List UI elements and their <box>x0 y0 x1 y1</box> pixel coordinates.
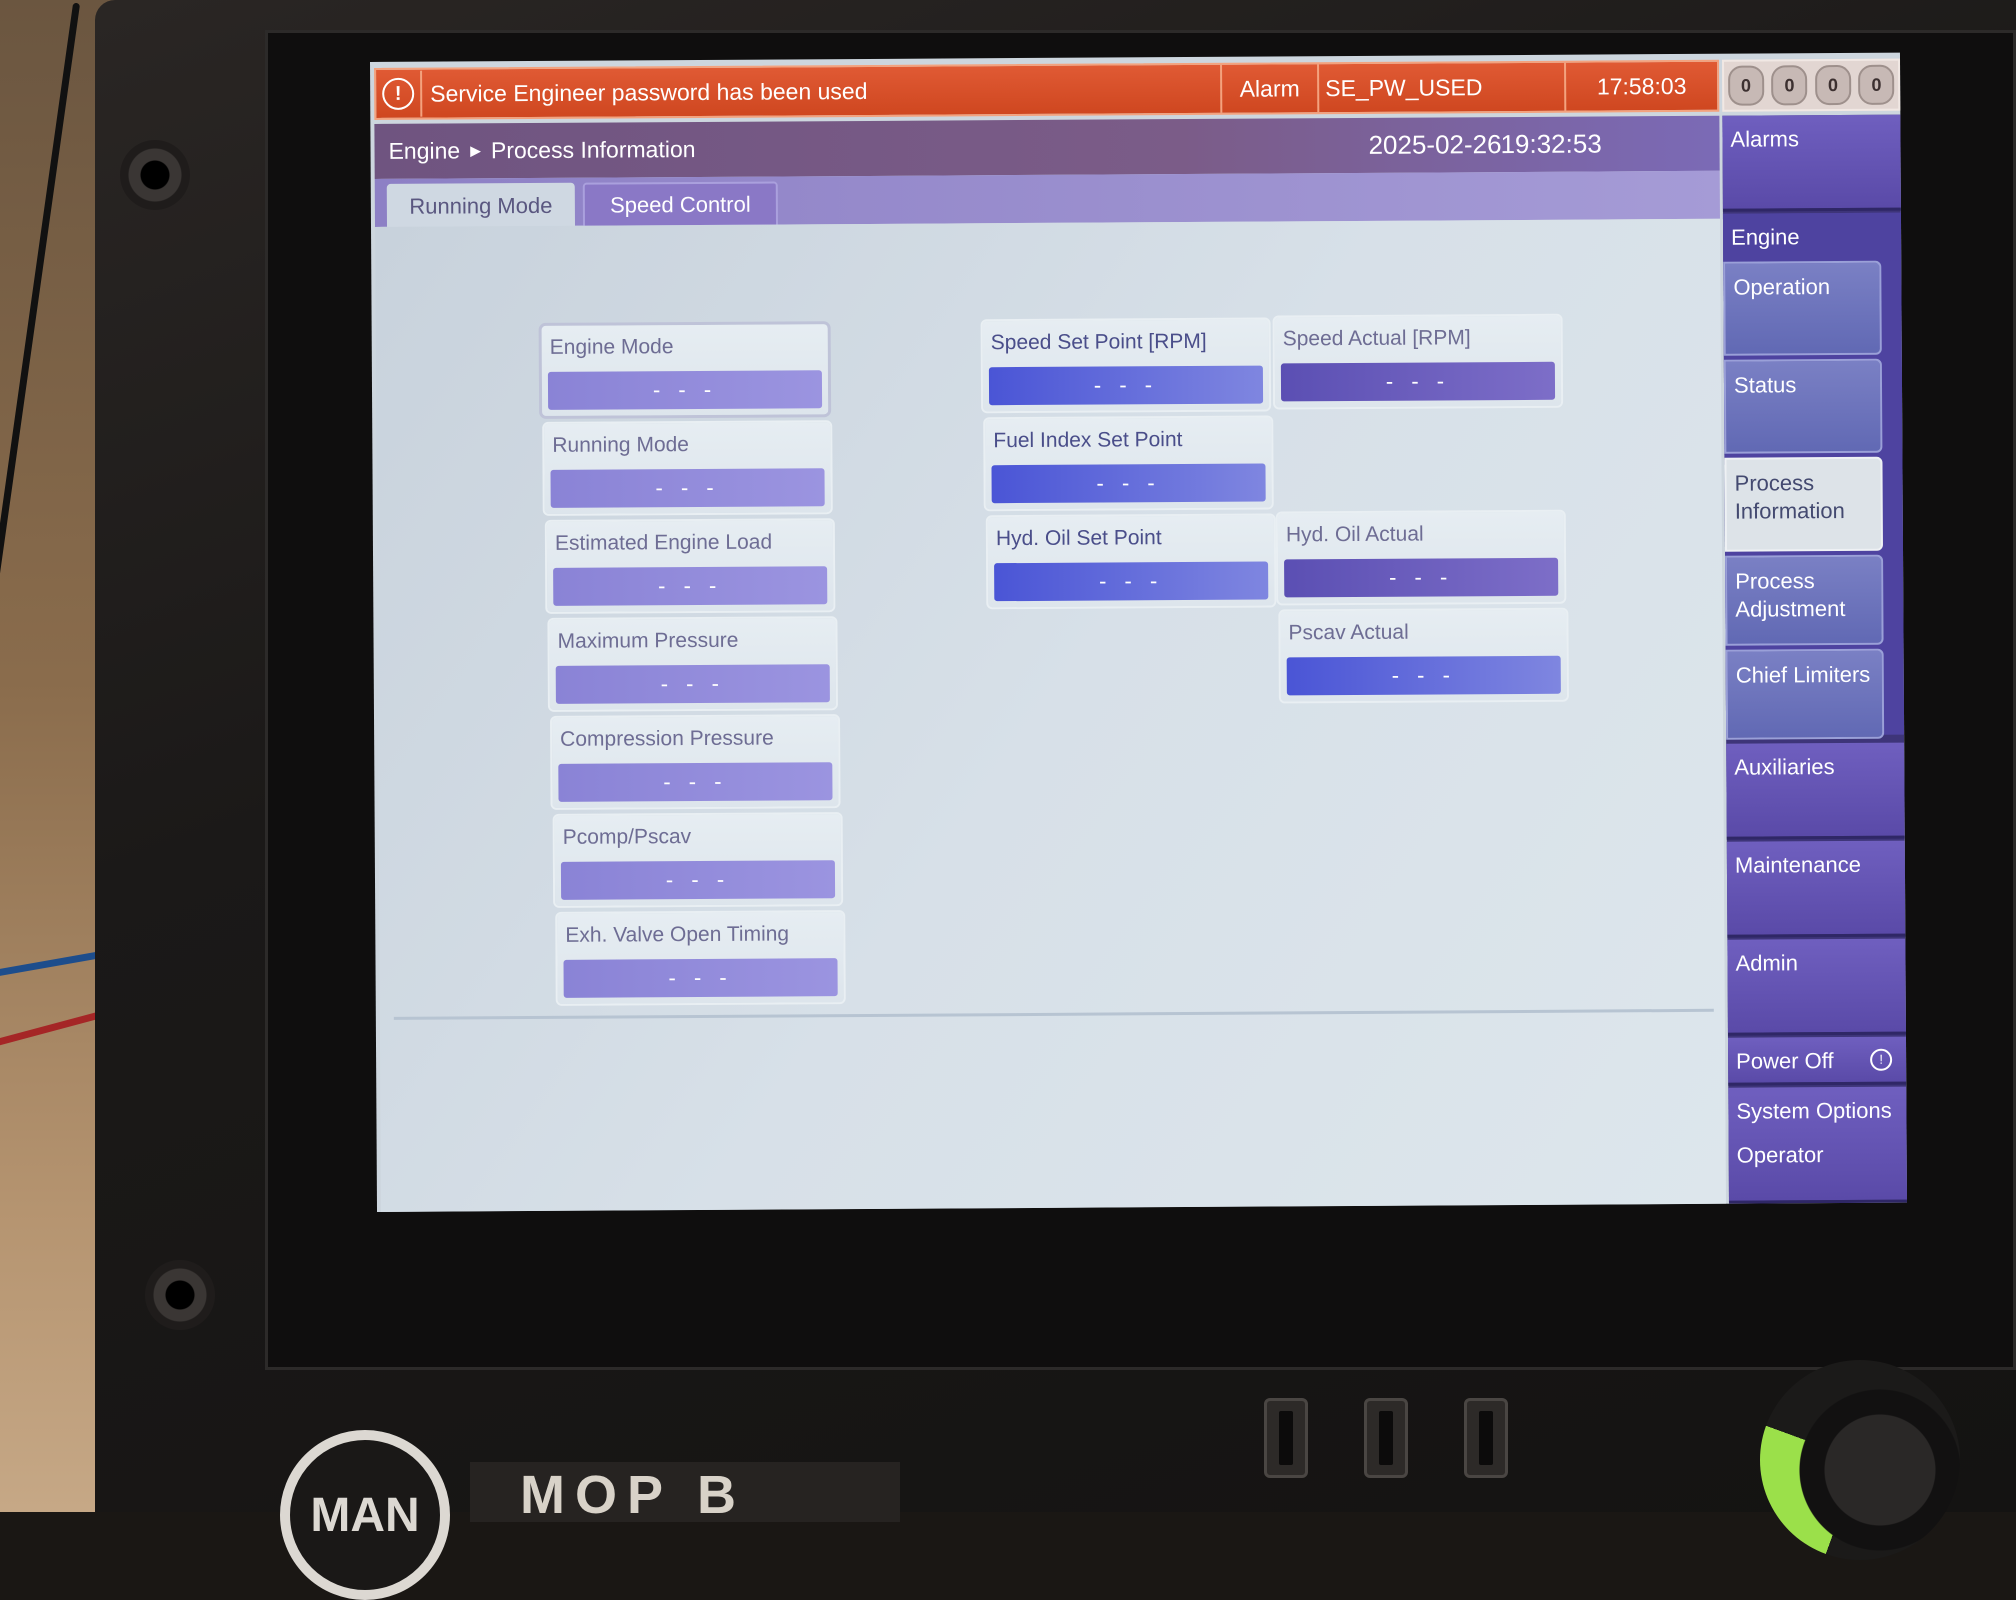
sidebar-item-maintenance[interactable]: Maintenance <box>1726 840 1906 938</box>
alarm-icon: ! <box>376 70 423 117</box>
field-value: - - - <box>1280 361 1556 402</box>
field-value: - - - <box>991 463 1266 504</box>
tab-bar: Running Mode Speed Control <box>374 170 1720 229</box>
pcomp-pscav-box[interactable]: Pcomp/Pscav - - - <box>554 814 842 906</box>
field-value: - - - <box>563 958 838 998</box>
header-time: 19:32:53 <box>1500 128 1602 160</box>
alarm-counter[interactable]: 0 <box>1727 65 1765 106</box>
hyd-oil-set-point-box[interactable]: Hyd. Oil Set Point - - - <box>987 515 1275 608</box>
field-value: - - - <box>994 561 1269 602</box>
field-label: Exh. Valve Open Timing <box>565 922 790 947</box>
field-value: - - - <box>560 860 836 900</box>
sidebar-item-auxiliaries[interactable]: Auxiliaries <box>1726 742 1905 840</box>
operator-label: Operator <box>1736 1142 1824 1168</box>
field-label: Maximum Pressure <box>557 628 739 653</box>
sidebar-item-admin[interactable]: Admin <box>1727 938 1906 1036</box>
field-label: Fuel Index Set Point <box>993 428 1183 453</box>
field-value: - - - <box>555 664 830 704</box>
field-value: - - - <box>558 762 833 802</box>
tab-speed-control[interactable]: Speed Control <box>582 181 779 228</box>
system-options-label: System Options <box>1736 1097 1892 1124</box>
field-label: Pcomp/Pscav <box>562 825 692 849</box>
alarm-message: Service Engineer password has been used <box>430 77 868 107</box>
brand-logo: MAN <box>280 1430 450 1600</box>
usb-port <box>1364 1398 1408 1478</box>
speed-actual-box[interactable]: Speed Actual [RPM] - - - <box>1274 315 1562 408</box>
header-date: 2025-02-26 <box>1368 129 1502 160</box>
field-label: Running Mode <box>552 433 690 457</box>
field-value: - - - <box>550 468 825 508</box>
sidebar-item-system-options[interactable]: System Options Operator <box>1728 1086 1907 1204</box>
alarm-counter[interactable]: 0 <box>1814 64 1852 106</box>
field-label: Compression Pressure <box>560 726 774 751</box>
screw <box>145 1260 215 1330</box>
field-value: - - - <box>988 365 1264 406</box>
tab-running-mode[interactable]: Running Mode <box>386 182 576 229</box>
field-label: Engine Mode <box>549 335 674 359</box>
sidebar-item-operation[interactable]: Operation <box>1723 260 1882 356</box>
hmi-screen: ! Service Engineer password has been use… <box>370 52 1907 1212</box>
sidebar-item-status[interactable]: Status <box>1723 358 1883 454</box>
page-header: Engine ▶ Process Information 2025-02-26 … <box>374 115 1720 179</box>
field-label: Speed Actual [RPM] <box>1282 326 1471 351</box>
sidebar-item-process-information[interactable]: Process Information <box>1724 456 1884 552</box>
sidebar: Alarms Engine Operation Status Process I… <box>1722 114 1907 1204</box>
estimated-engine-load-box[interactable]: Estimated Engine Load - - - <box>546 520 834 612</box>
alarm-time: 17:58:03 <box>1596 72 1687 100</box>
screw <box>120 140 190 210</box>
fuel-index-set-point-box[interactable]: Fuel Index Set Point - - - <box>985 417 1272 510</box>
running-mode-box[interactable]: Running Mode - - - <box>544 422 831 514</box>
alarm-type: Alarm <box>1239 74 1300 102</box>
usb-port <box>1464 1398 1508 1478</box>
usb-port <box>1264 1398 1308 1478</box>
field-value: - - - <box>1284 557 1559 598</box>
main-content: Engine Mode - - - Running Mode - - - Est… <box>375 218 1726 1212</box>
power-icon: ! <box>1870 1048 1893 1071</box>
breadcrumb-arrow-icon: ▶ <box>470 142 481 159</box>
field-value: - - - <box>547 370 823 410</box>
field-label: Hyd. Oil Actual <box>1285 522 1424 547</box>
alarm-bar[interactable]: ! Service Engineer password has been use… <box>374 59 1720 120</box>
field-label: Speed Set Point [RPM] <box>990 329 1207 355</box>
breadcrumb-current: Process Information <box>490 136 696 164</box>
field-value: - - - <box>553 566 828 606</box>
breadcrumb-engine[interactable]: Engine <box>388 137 460 164</box>
exh-valve-open-timing-box[interactable]: Exh. Valve Open Timing - - - <box>557 912 844 1004</box>
maximum-pressure-box[interactable]: Maximum Pressure - - - <box>549 618 836 710</box>
field-label: Estimated Engine Load <box>554 530 773 555</box>
speed-set-point-box[interactable]: Speed Set Point [RPM] - - - <box>982 319 1270 412</box>
sidebar-item-engine[interactable]: Engine <box>1722 212 1902 262</box>
alarm-counter[interactable]: 0 <box>1771 65 1808 106</box>
power-off-label: Power Off <box>1736 1048 1834 1074</box>
pscav-actual-box[interactable]: Pscav Actual - - - <box>1280 609 1567 702</box>
sidebar-item-alarms[interactable]: Alarms <box>1722 114 1901 212</box>
alarm-code: SE_PW_USED <box>1325 73 1483 101</box>
alarm-counter[interactable]: 0 <box>1858 64 1895 105</box>
content-divider <box>393 1008 1714 1020</box>
engine-mode-box[interactable]: Engine Mode - - - <box>541 324 829 416</box>
field-label: Hyd. Oil Set Point <box>995 526 1162 551</box>
field-value: - - - <box>1286 655 1561 696</box>
sidebar-item-process-adjustment[interactable]: Process Adjustment <box>1725 554 1884 646</box>
hyd-oil-actual-box[interactable]: Hyd. Oil Actual - - - <box>1277 511 1565 604</box>
sidebar-item-chief-limiters[interactable]: Chief Limiters <box>1725 648 1885 740</box>
model-label: MOP B <box>470 1462 900 1525</box>
sidebar-item-power-off[interactable]: Power Off ! <box>1727 1036 1907 1086</box>
field-label: Pscav Actual <box>1288 620 1409 645</box>
control-knob[interactable] <box>1760 1360 1960 1560</box>
alarm-counters: 0 0 0 0 <box>1722 58 1901 112</box>
compression-pressure-box[interactable]: Compression Pressure - - - <box>552 716 839 808</box>
